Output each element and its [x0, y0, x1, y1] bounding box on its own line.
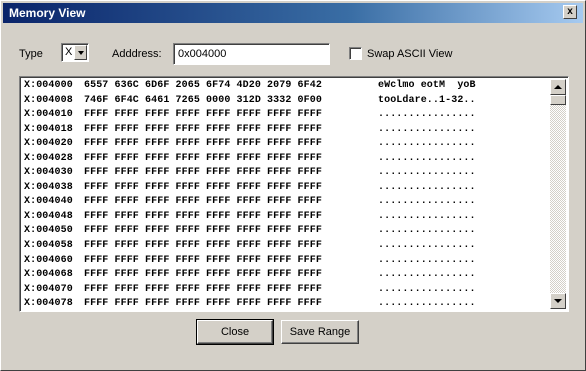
memory-row-addr: X:004030 — [24, 167, 73, 179]
memory-row-hex: FFFF FFFF FFFF FFFF FFFF FFFF FFFF FFFF — [84, 109, 322, 121]
memory-row: X:004000 6557 636C 6D6F 2065 6F74 4D20 20… — [24, 79, 476, 94]
memory-row-ascii: ................ — [378, 138, 476, 150]
arrow-down-icon — [554, 299, 562, 303]
memory-row: X:004038 FFFF FFFF FFFF FFFF FFFF FFFF FF… — [24, 181, 476, 196]
close-button[interactable]: Close — [196, 319, 274, 345]
memory-row-ascii: eWclmo eotM yoB — [378, 80, 476, 91]
memory-row: X:004060 FFFF FFFF FFFF FFFF FFFF FFFF FF… — [24, 254, 476, 269]
memory-row-hex: FFFF FFFF FFFF FFFF FFFF FFFF FFFF FFFF — [84, 123, 322, 135]
memory-row-addr: X:004018 — [24, 123, 73, 135]
arrow-up-icon — [554, 85, 562, 89]
memory-row-ascii: ................ — [378, 254, 476, 266]
memory-row: X:004078 FFFF FFFF FFFF FFFF FFFF FFFF FF… — [24, 297, 476, 311]
scroll-down-button[interactable] — [550, 293, 566, 309]
memory-row-addr: X:004068 — [24, 269, 73, 281]
memory-row: X:004040 FFFF FFFF FFFF FFFF FFFF FFFF FF… — [24, 195, 476, 210]
vertical-scrollbar[interactable] — [550, 79, 566, 309]
memory-row: X:004030 FFFF FFFF FFFF FFFF FFFF FFFF FF… — [24, 166, 476, 181]
memory-row-addr: X:004078 — [24, 298, 73, 310]
memory-row-hex: FFFF FFFF FFFF FFFF FFFF FFFF FFFF FFFF — [84, 152, 322, 164]
swap-ascii-label[interactable]: Swap ASCII View — [367, 48, 452, 60]
memory-row: X:004020 FFFF FFFF FFFF FFFF FFFF FFFF FF… — [24, 137, 476, 152]
memory-row-hex: FFFF FFFF FFFF FFFF FFFF FFFF FFFF FFFF — [84, 196, 322, 208]
memory-dump-view[interactable]: X:004000 6557 636C 6D6F 2065 6F74 4D20 20… — [19, 76, 569, 312]
scroll-up-button[interactable] — [550, 79, 566, 95]
memory-row-addr: X:004028 — [24, 152, 73, 164]
memory-row-ascii: ................ — [378, 196, 476, 208]
memory-row-hex: 746F 6F4C 6461 7265 0000 312D 3332 0F00 — [84, 94, 322, 106]
window-close-button[interactable]: x — [563, 5, 577, 19]
memory-row-hex: FFFF FFFF FFFF FFFF FFFF FFFF FFFF FFFF — [84, 269, 322, 281]
memory-row-ascii: ................ — [378, 167, 476, 179]
memory-row-ascii: ................ — [378, 210, 476, 222]
memory-row-ascii: ................ — [378, 225, 476, 237]
type-select-value: X — [65, 46, 73, 58]
address-label: Adddress: — [112, 48, 162, 60]
memory-row-hex: FFFF FFFF FFFF FFFF FFFF FFFF FFFF FFFF — [84, 210, 322, 222]
memory-row-addr: X:004040 — [24, 196, 73, 208]
memory-row: X:004028 FFFF FFFF FFFF FFFF FFFF FFFF FF… — [24, 152, 476, 167]
memory-row-addr: X:004050 — [24, 225, 73, 237]
memory-row: X:004058 FFFF FFFF FFFF FFFF FFFF FFFF FF… — [24, 239, 476, 254]
memory-row: X:004018 FFFF FFFF FFFF FFFF FFFF FFFF FF… — [24, 123, 476, 138]
scroll-thumb[interactable] — [550, 95, 566, 105]
memory-row-ascii: ................ — [378, 269, 476, 281]
memory-row-ascii: ................ — [378, 152, 476, 164]
memory-row-hex: FFFF FFFF FFFF FFFF FFFF FFFF FFFF FFFF — [84, 225, 322, 237]
memory-row-ascii: ................ — [378, 298, 476, 310]
memory-row: X:004010 FFFF FFFF FFFF FFFF FFFF FFFF FF… — [24, 108, 476, 123]
window-title: Memory View — [9, 6, 86, 20]
chevron-down-icon — [77, 50, 84, 55]
memory-row: X:004070 FFFF FFFF FFFF FFFF FFFF FFFF FF… — [24, 283, 476, 298]
memory-row-hex: FFFF FFFF FFFF FFFF FFFF FFFF FFFF FFFF — [84, 254, 322, 266]
memory-row-ascii: ................ — [378, 240, 476, 252]
memory-row-addr: X:004038 — [24, 181, 73, 193]
memory-row: X:004050 FFFF FFFF FFFF FFFF FFFF FFFF FF… — [24, 224, 476, 239]
memory-row-addr: X:004070 — [24, 283, 73, 295]
memory-row-ascii: ................ — [378, 181, 476, 193]
memory-row-hex: FFFF FFFF FFFF FFFF FFFF FFFF FFFF FFFF — [84, 138, 322, 150]
memory-row-addr: X:004010 — [24, 109, 73, 121]
memory-row-hex: FFFF FFFF FFFF FFFF FFFF FFFF FFFF FFFF — [84, 283, 322, 295]
memory-row-addr: X:004008 — [24, 94, 73, 106]
memory-row-hex: FFFF FFFF FFFF FFFF FFFF FFFF FFFF FFFF — [84, 240, 322, 252]
memory-row: X:004048 FFFF FFFF FFFF FFFF FFFF FFFF FF… — [24, 210, 476, 225]
memory-row-addr: X:004060 — [24, 254, 73, 266]
memory-row-addr: X:004048 — [24, 210, 73, 222]
swap-ascii-checkbox[interactable] — [349, 47, 362, 60]
memory-row-ascii: tooLdare..1-32.. — [378, 94, 476, 106]
memory-rows: X:004000 6557 636C 6D6F 2065 6F74 4D20 20… — [24, 79, 476, 311]
type-select[interactable]: X — [61, 43, 89, 62]
memory-row-ascii: ................ — [378, 109, 476, 121]
memory-row-addr: X:004020 — [24, 138, 73, 150]
memory-row: X:004008 746F 6F4C 6461 7265 0000 312D 33… — [24, 94, 476, 109]
save-range-button[interactable]: Save Range — [281, 320, 359, 344]
memory-row-hex: 6557 636C 6D6F 2065 6F74 4D20 2079 6F42 — [84, 80, 322, 91]
memory-row-ascii: ................ — [378, 283, 476, 295]
memory-row-addr: X:004058 — [24, 240, 73, 252]
memory-view-window: Memory View x Type X Adddress: Swap ASCI… — [0, 0, 586, 371]
address-input[interactable] — [173, 43, 330, 65]
type-select-arrow[interactable] — [74, 45, 87, 60]
memory-row: X:004068 FFFF FFFF FFFF FFFF FFFF FFFF FF… — [24, 268, 476, 283]
memory-row-hex: FFFF FFFF FFFF FFFF FFFF FFFF FFFF FFFF — [84, 298, 322, 310]
memory-row-hex: FFFF FFFF FFFF FFFF FFFF FFFF FFFF FFFF — [84, 181, 322, 193]
close-icon: x — [567, 6, 573, 17]
memory-row-addr: X:004000 — [24, 80, 73, 91]
type-label: Type — [19, 48, 43, 60]
title-bar[interactable]: Memory View x — [3, 3, 583, 23]
memory-row-ascii: ................ — [378, 123, 476, 135]
memory-row-hex: FFFF FFFF FFFF FFFF FFFF FFFF FFFF FFFF — [84, 167, 322, 179]
